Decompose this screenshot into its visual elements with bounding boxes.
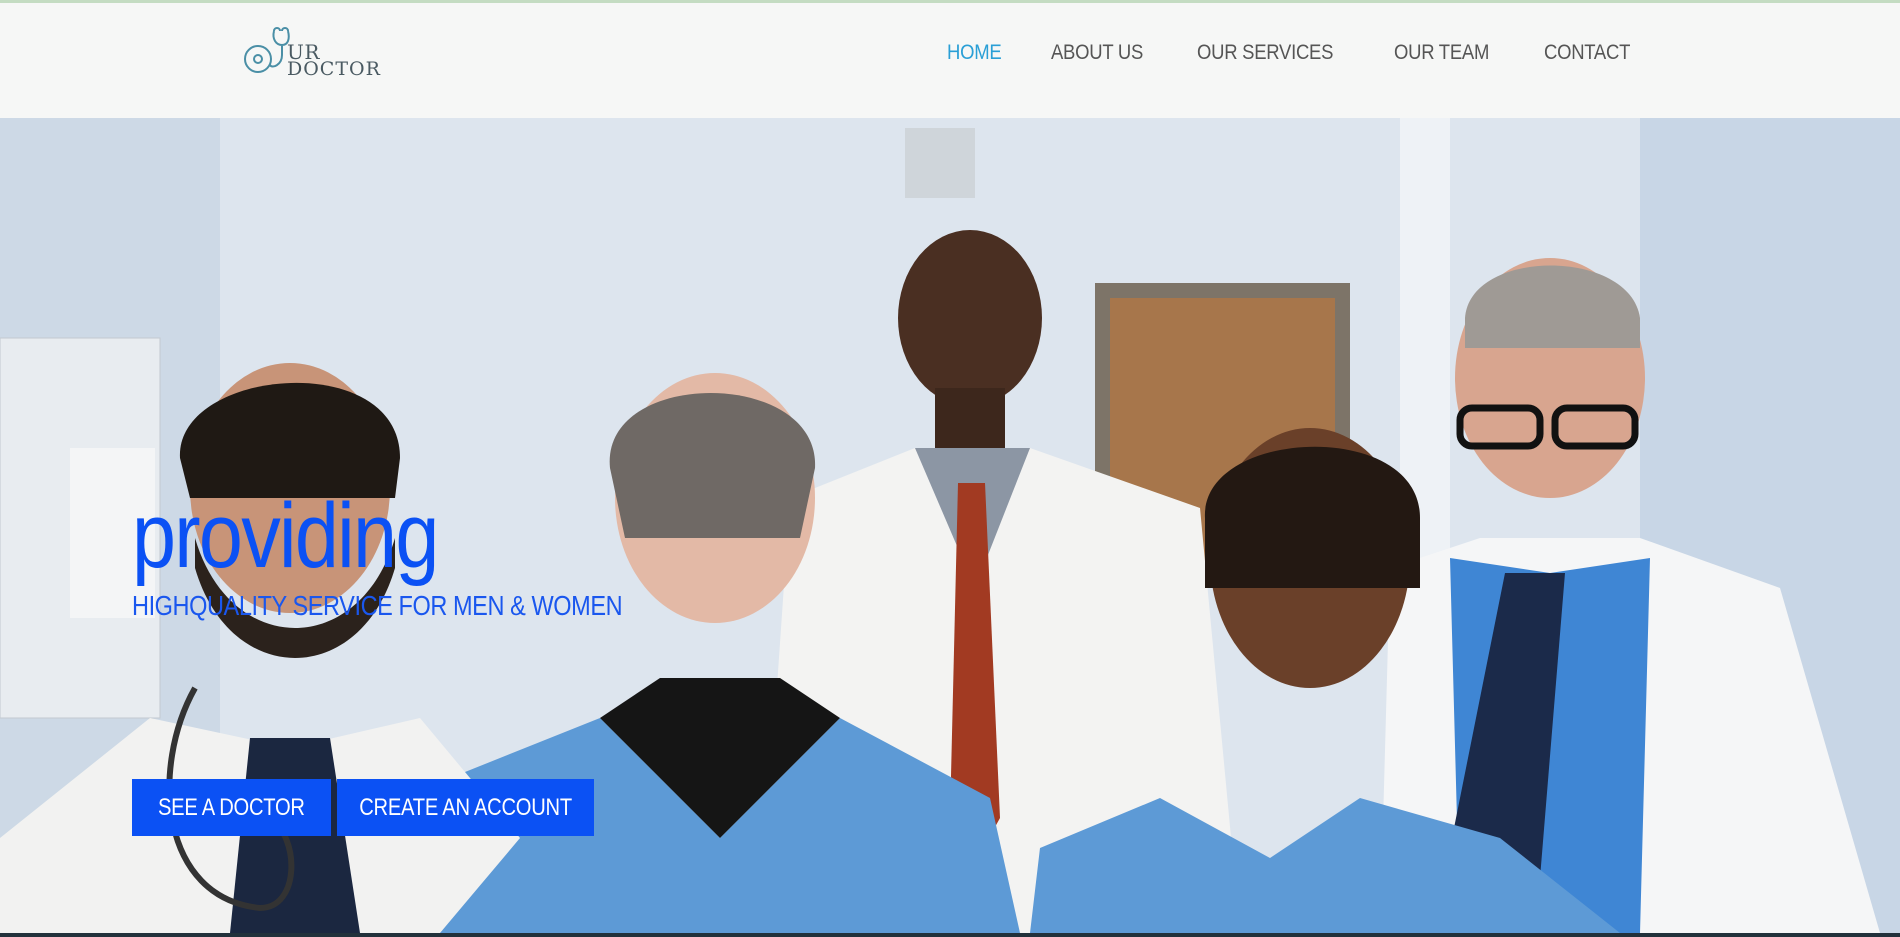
see-a-doctor-label: SEE A DOCTOR [158,793,305,821]
hero-title: providing [132,485,439,587]
logo-text-line2: DOCTOR [287,58,381,80]
stethoscope-icon [244,27,290,73]
hero-button-group: SEE A DOCTOR CREATE AN ACCOUNT [132,779,594,836]
nav-home[interactable]: HOME [947,41,1002,65]
see-a-doctor-button[interactable]: SEE A DOCTOR [132,779,331,836]
nav-our-team[interactable]: OUR TEAM [1394,41,1489,65]
nav-about-us[interactable]: ABOUT US [1051,41,1143,65]
create-account-label: CREATE AN ACCOUNT [359,793,572,821]
nav-our-services[interactable]: OUR SERVICES [1197,41,1333,65]
nav-contact[interactable]: CONTACT [1544,41,1630,65]
site-logo[interactable]: UR DOCTOR [244,25,384,81]
main-nav: HOME ABOUT US OUR SERVICES OUR TEAM CONT… [947,41,1642,65]
hero-subtitle: HIGHQUALITY SERVICE FOR MEN & WOMEN [132,590,623,621]
navbar: UR DOCTOR HOME ABOUT US OUR SERVICES OUR… [0,3,1900,118]
bottom-border [0,933,1900,937]
hero-text-block: providing HIGHQUALITY SERVICE FOR MEN & … [132,490,716,622]
create-account-button[interactable]: CREATE AN ACCOUNT [337,779,594,836]
